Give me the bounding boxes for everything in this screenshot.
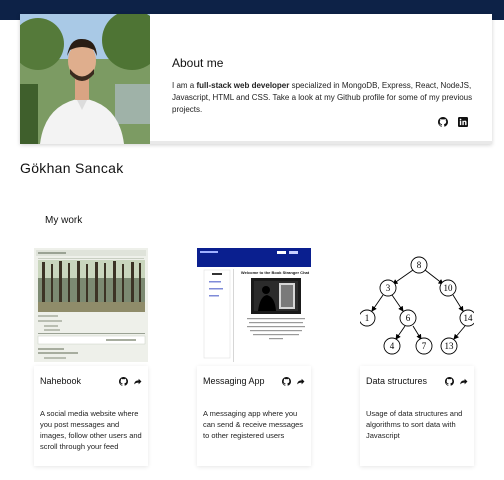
project-description: A social media website where you post me… [40,409,142,451]
share-icon[interactable] [133,377,142,386]
project-title: Messaging App [203,376,265,386]
profile-name: Gökhan Sancak [20,160,124,176]
project-title: Nahebook [40,376,82,386]
about-text: I am a full-stack web developer speciali… [172,81,473,114]
project-thumbnail[interactable]: Welcome to the Book Stranger Chat [197,248,311,362]
tree-node: 6 [406,313,411,323]
github-icon[interactable] [445,377,454,386]
tree-node: 10 [444,283,454,293]
project-caption: Nahebook A social media website where yo… [34,366,148,466]
share-icon[interactable] [459,377,468,386]
github-icon[interactable] [282,377,291,386]
about-highlight: full-stack web developer [196,81,290,90]
tree-node: 13 [445,341,455,351]
project-card-nahebook: Nahebook A social media website where yo… [34,248,148,466]
tree-node: 14 [464,313,474,323]
about-card: About me I am a full-stack web developer… [20,14,492,144]
project-card-data-structures: 8 3 10 1 6 14 4 7 13 Data structures Usa… [360,248,474,466]
share-icon[interactable] [296,377,305,386]
tree-node: 3 [386,283,391,293]
project-thumbnail[interactable]: 8 3 10 1 6 14 4 7 13 [360,248,474,362]
messaging-heading: Welcome to the Book Stranger Chat [241,270,310,275]
github-icon[interactable] [119,377,128,386]
project-title: Data structures [366,376,428,386]
about-links [438,117,468,127]
github-icon[interactable] [438,117,448,127]
tree-node: 1 [365,313,370,323]
linkedin-icon[interactable] [458,117,468,127]
profile-photo [20,14,150,144]
project-description: A messaging app where you can send & rec… [203,409,304,440]
tree-node: 4 [390,341,395,351]
project-caption: Data structures Usage of data structures… [360,366,474,466]
project-description: Usage of data structures and algorithms … [366,409,463,440]
tree-node: 7 [422,341,427,351]
project-caption: Messaging App A messaging app where you … [197,366,311,466]
my-work-heading: My work [45,215,83,226]
project-thumbnail[interactable] [34,248,148,362]
about-title: About me [172,56,224,70]
project-card-messaging-app: Welcome to the Book Stranger Chat Messag… [197,248,311,466]
tree-node: 8 [417,260,422,270]
